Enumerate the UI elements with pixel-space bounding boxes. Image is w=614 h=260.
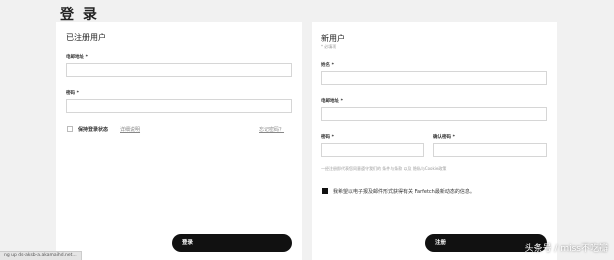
register-name-label: 姓名 * — [321, 63, 334, 68]
required-note: * 必填项 — [321, 44, 337, 49]
newsletter-checkbox[interactable] — [322, 188, 328, 194]
remember-me-label: 保持登录状态 — [78, 127, 109, 133]
remember-me-checkbox[interactable] — [67, 126, 73, 132]
register-name-input[interactable] — [321, 71, 547, 85]
page-background-right — [557, 0, 614, 260]
login-button[interactable]: 登录 — [172, 234, 292, 252]
newsletter-label: 我希望以电子报及邮件形式获得有关 Farfetch最新动态的信息。 — [333, 189, 475, 195]
register-email-label: 电邮地址 * — [321, 99, 343, 104]
terms-text: 一经注册即代表您同意遵守我们的 条件与条款 以及 隐私与Cookie政策 — [321, 166, 447, 171]
remember-me-details-link[interactable]: 详细说明 — [120, 126, 140, 133]
register-confirm-label: 确认密码 * — [433, 135, 455, 140]
login-email-input[interactable] — [66, 63, 292, 77]
register-password-label: 密码 * — [321, 135, 334, 140]
login-email-label: 电邮地址 * — [66, 55, 88, 60]
register-password-input[interactable] — [321, 143, 424, 157]
login-password-input[interactable] — [66, 99, 292, 113]
register-heading: 新用户 — [321, 34, 345, 43]
register-panel: 新用户 * 必填项 姓名 * 电邮地址 * 密码 * 确认密码 * 一经注册即代… — [312, 22, 557, 260]
login-heading: 已注册用户 — [66, 33, 106, 42]
register-email-input[interactable] — [321, 107, 547, 121]
login-password-label: 密码 * — [66, 91, 79, 96]
login-panel: 已注册用户 电邮地址 * 密码 * 保持登录状态 详细说明 忘记密码？ 登录 — [56, 22, 302, 260]
forgot-password-link[interactable]: 忘记密码？ — [259, 126, 284, 133]
watermark: 头条号 / miss不吃瓣 — [524, 244, 608, 254]
page-title: 登 录 — [60, 7, 99, 23]
register-confirm-input[interactable] — [433, 143, 547, 157]
browser-status-bar: ng up ds-aksb-a.akamaihd.net... — [0, 251, 82, 260]
